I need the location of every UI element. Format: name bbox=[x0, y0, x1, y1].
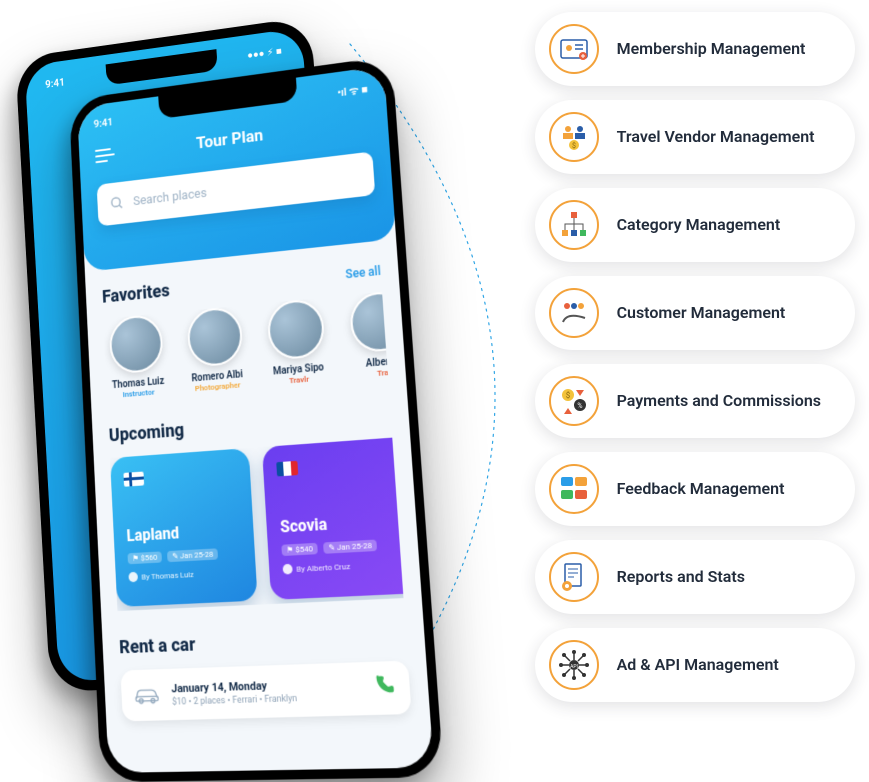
tour-by: By Alberto Cruz bbox=[282, 558, 403, 575]
status-time: 9:41 bbox=[45, 76, 65, 91]
favorite-item[interactable]: Alberto Tra bbox=[343, 292, 388, 380]
feature-label: Customer Management bbox=[617, 303, 786, 323]
tree-icon bbox=[549, 200, 599, 250]
rent-card[interactable]: January 14, Monday $10 • 2 places • Ferr… bbox=[120, 661, 411, 722]
feature-label: Reports and Stats bbox=[617, 567, 745, 587]
customers-icon bbox=[549, 288, 599, 338]
tour-meta: ⚑ $540✎ Jan 25-28 bbox=[281, 538, 402, 556]
search-icon bbox=[110, 195, 125, 212]
flag-icon bbox=[123, 472, 144, 487]
status-icons: •ıl ᯤ ■ bbox=[337, 82, 369, 101]
favorite-item[interactable]: Romero Albi Photographer bbox=[181, 305, 251, 394]
tour-meta: ⚑ $560✎ Jan 25-28 bbox=[127, 547, 241, 564]
tour-destination: Lapland bbox=[126, 520, 241, 546]
tour-destination: Scovia bbox=[280, 510, 401, 537]
avatar bbox=[109, 313, 164, 374]
car-icon bbox=[134, 686, 161, 705]
favorites-heading: Favorites bbox=[102, 280, 171, 307]
feature-pill[interactable]: Travel Vendor Management bbox=[535, 100, 855, 174]
phone-front: 9:41 •ıl ᯤ ■ Tour Plan Search places Fav… bbox=[69, 56, 444, 782]
api-icon bbox=[549, 640, 599, 690]
reports-icon bbox=[549, 552, 599, 602]
call-icon[interactable] bbox=[372, 672, 396, 705]
rent-meta: $10 • 2 places • Ferrari • Franklyn bbox=[172, 693, 298, 707]
avatar bbox=[186, 306, 243, 368]
favorite-item[interactable]: Thomas Luiz Instructor bbox=[103, 313, 171, 400]
rent-section: Rent a car January 14, Monday $10 • 2 pl… bbox=[101, 606, 430, 730]
flag-icon bbox=[276, 461, 298, 477]
favorites-row: Thomas Luiz Instructor Romero Albi Photo… bbox=[103, 292, 388, 400]
phone-mockups: 9:41 ●●● ⚡︎ ■ 9:41 •ıl ᯤ ■ Tour Plan Sea… bbox=[0, 0, 425, 777]
feature-label: Payments and Commissions bbox=[617, 391, 821, 411]
feature-pill[interactable]: Category Management bbox=[535, 188, 855, 262]
status-time: 9:41 bbox=[93, 116, 113, 133]
feature-pill[interactable]: Feedback Management bbox=[535, 452, 855, 526]
feature-label: Ad & API Management bbox=[617, 655, 779, 675]
feature-pill[interactable]: Membership Management bbox=[535, 12, 855, 86]
id-card-icon bbox=[549, 24, 599, 74]
feature-list: Membership Management Travel Vendor Mana… bbox=[535, 12, 855, 702]
upcoming-section: Upcoming Lapland ⚑ $560✎ Jan 25-28 By Th… bbox=[91, 384, 422, 620]
avatar bbox=[266, 298, 325, 361]
feature-pill[interactable]: Payments and Commissions bbox=[535, 364, 855, 438]
tour-by: By Thomas Luiz bbox=[128, 566, 242, 582]
feature-pill[interactable]: Reports and Stats bbox=[535, 540, 855, 614]
search-placeholder: Search places bbox=[133, 186, 207, 209]
feature-label: Membership Management bbox=[617, 39, 806, 59]
feature-label: Travel Vendor Management bbox=[617, 127, 815, 147]
rent-date: January 14, Monday bbox=[171, 678, 297, 695]
tour-card[interactable]: Lapland ⚑ $560✎ Jan 25-28 By Thomas Luiz bbox=[110, 448, 258, 607]
avatar bbox=[349, 292, 388, 354]
phone-notch bbox=[106, 49, 218, 85]
menu-icon[interactable] bbox=[95, 148, 115, 164]
status-icons: ●●● ⚡︎ ■ bbox=[247, 46, 282, 61]
payments-icon bbox=[549, 376, 599, 426]
upcoming-row: Lapland ⚑ $560✎ Jan 25-28 By Thomas Luiz… bbox=[110, 438, 404, 611]
feature-pill[interactable]: Ad & API Management bbox=[535, 628, 855, 702]
rent-heading: Rent a car bbox=[119, 634, 196, 658]
vendor-icon bbox=[549, 112, 599, 162]
tour-card[interactable]: Scovia ⚑ $540✎ Jan 25-28 By Alberto Cruz bbox=[262, 438, 404, 600]
feature-pill[interactable]: Customer Management bbox=[535, 276, 855, 350]
search-input[interactable]: Search places bbox=[97, 151, 376, 226]
upcoming-heading: Upcoming bbox=[108, 420, 184, 446]
see-all-link[interactable]: See all bbox=[345, 264, 381, 282]
favorite-item[interactable]: Mariya Sipo Travlr bbox=[261, 297, 333, 387]
feature-label: Category Management bbox=[617, 215, 781, 235]
feedback-icon bbox=[549, 464, 599, 514]
feature-label: Feedback Management bbox=[617, 479, 785, 499]
page-title: Tour Plan bbox=[196, 126, 264, 154]
